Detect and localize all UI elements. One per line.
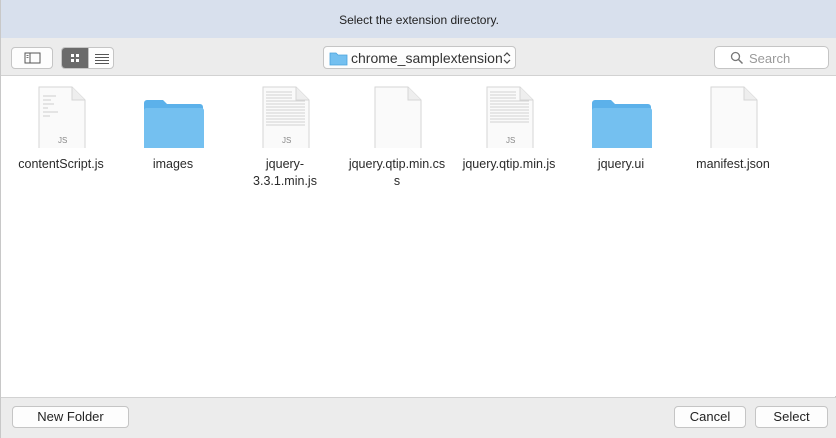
file-item-jquery-qtip-js[interactable]: JS jquery.qtip.min.js	[454, 84, 564, 173]
dialog-footer: New Folder Cancel Select	[1, 397, 836, 438]
list-view-button[interactable]	[88, 48, 113, 68]
location-popup[interactable]: chrome_samplextension	[323, 46, 516, 69]
list-icon	[95, 54, 109, 64]
view-mode-control	[61, 47, 114, 69]
file-name: manifest.json	[696, 157, 770, 171]
folder-item-images[interactable]: images	[118, 84, 228, 173]
open-dialog: Select the extension directory. chrome_s…	[0, 0, 836, 438]
document-icon	[710, 86, 758, 156]
cancel-button[interactable]: Cancel	[674, 406, 746, 428]
file-name: jquery.ui	[597, 157, 645, 171]
dialog-title: Select the extension directory.	[1, 0, 836, 38]
file-type-badge: JS	[506, 136, 516, 145]
file-item-contentscript-js[interactable]: JS contentScript.js	[6, 84, 116, 173]
search-placeholder: Search	[749, 51, 791, 66]
sidebar-icon	[24, 52, 41, 64]
file-name: contentScript.js	[18, 157, 104, 171]
toolbar: chrome_samplextension Search	[1, 38, 836, 76]
grid-icon	[71, 54, 79, 62]
search-field[interactable]: Search	[714, 46, 829, 69]
sidebar-toggle-button[interactable]	[11, 47, 53, 69]
file-name: jquery-3.3.1.min.js	[253, 157, 317, 188]
file-item-jquery-qtip-css[interactable]: jquery.qtip.min.css	[342, 84, 452, 190]
icon-view-button[interactable]	[62, 48, 88, 68]
search-icon	[730, 51, 744, 65]
file-name: jquery.qtip.min.css	[348, 157, 446, 188]
file-item-jquery-min-js[interactable]: JS jquery-3.3.1.min.js	[230, 84, 340, 190]
location-label: chrome_samplextension	[351, 50, 503, 66]
folder-item-jquery-ui[interactable]: jquery.ui	[566, 84, 676, 173]
folder-icon	[592, 100, 652, 152]
folder-icon	[144, 100, 204, 152]
folder-icon	[329, 52, 348, 66]
file-browser: JS contentScript.js images JS jquery-3.3…	[1, 76, 836, 396]
select-button[interactable]: Select	[755, 406, 828, 428]
file-name: jquery.qtip.min.js	[462, 157, 556, 171]
file-type-badge: JS	[282, 136, 292, 145]
new-folder-button[interactable]: New Folder	[12, 406, 129, 428]
file-name: images	[152, 157, 194, 171]
file-item-manifest-json[interactable]: manifest.json	[678, 84, 788, 173]
document-icon	[374, 86, 422, 156]
chevron-updown-icon	[503, 52, 511, 64]
file-type-badge: JS	[58, 136, 68, 145]
